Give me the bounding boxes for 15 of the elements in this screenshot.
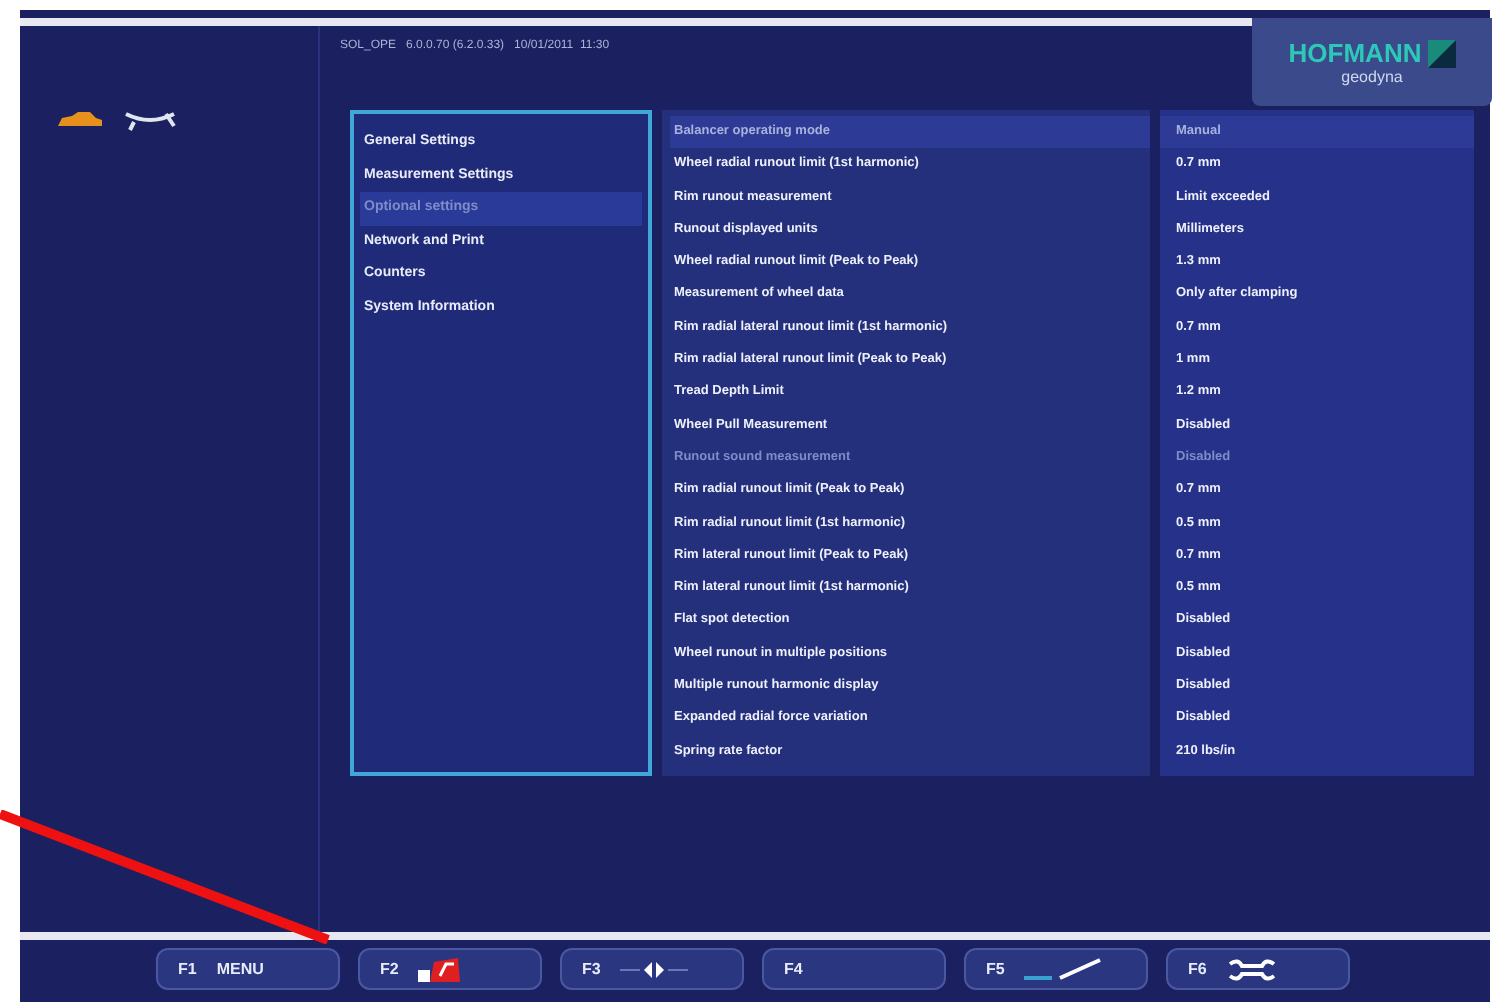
wrench-icon	[1226, 957, 1279, 981]
car-icon	[418, 955, 463, 983]
brand-logo: HOFMANN	[1288, 35, 1422, 70]
axle-icon	[124, 106, 176, 134]
function-key-button[interactable]: F4	[762, 948, 946, 990]
logo-subtitle: geodyna	[1341, 66, 1403, 91]
function-key-button[interactable]: F5	[964, 948, 1148, 990]
logo-mark-icon	[1427, 39, 1456, 67]
line-icon	[1024, 957, 1105, 981]
function-key-button[interactable]: F6	[1166, 948, 1350, 990]
function-key-button[interactable]: F2	[358, 948, 542, 990]
car-icon	[56, 110, 104, 130]
function-key-button[interactable]: F3	[560, 948, 744, 990]
function-key-button[interactable]: F1 MENU	[156, 948, 340, 990]
arrows-icon	[620, 959, 689, 979]
